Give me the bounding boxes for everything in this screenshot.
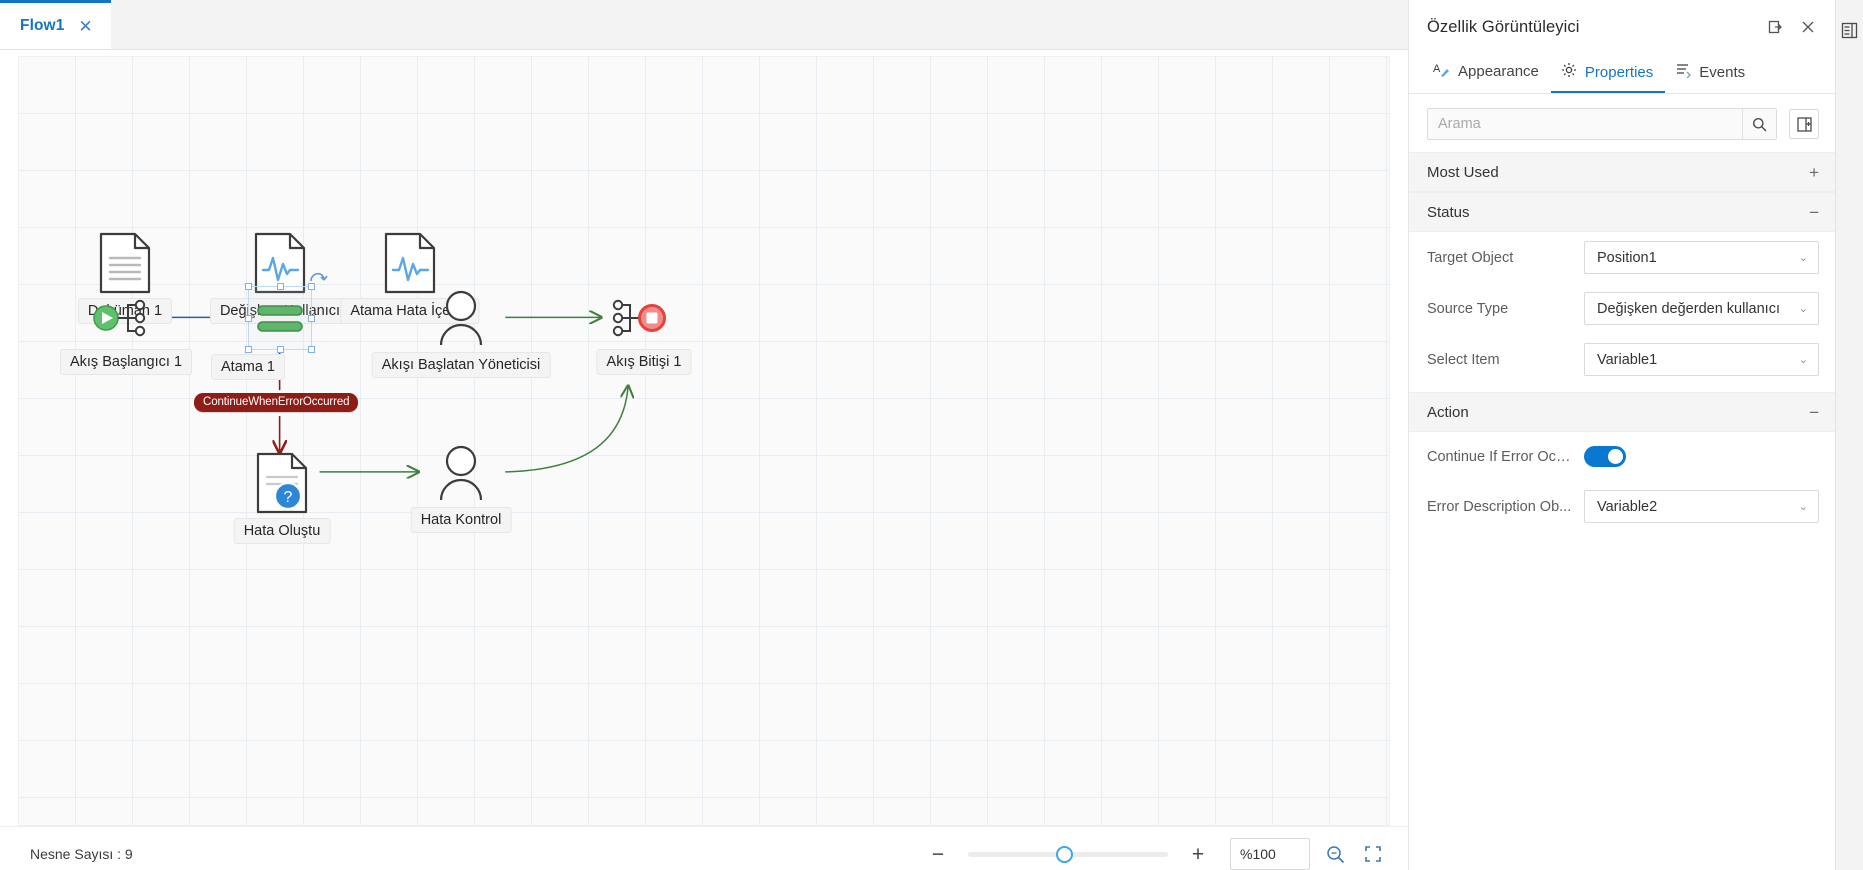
continue-if-error-toggle[interactable] [1584, 446, 1626, 467]
tab-label: Flow1 [20, 17, 65, 34]
node-hata-kontrol[interactable]: Hata Kontrol [410, 444, 512, 534]
section-status[interactable]: Status − [1409, 192, 1835, 232]
toggle-knob [1608, 449, 1623, 464]
tab-strip: Flow1 ✕ [0, 0, 1408, 50]
close-icon[interactable]: ✕ [78, 18, 92, 35]
node-label: Hata Kontrol [410, 507, 512, 534]
property-label: Target Object [1427, 249, 1514, 266]
node-atama-hata-icerigi[interactable]: Atama Hata İçeriği [340, 232, 480, 325]
flow-end-icon [612, 299, 666, 337]
node-hata-olustu[interactable]: ? Hata Oluştu [233, 452, 331, 545]
zoom-input[interactable] [1230, 838, 1310, 870]
svg-text:A: A [1433, 63, 1441, 75]
select-value: Değişken değerden kullanıcı [1597, 300, 1780, 317]
node-label: Akış Bitişi 1 [596, 349, 692, 376]
panel-header: Özellik Görüntüleyici [1409, 0, 1835, 54]
error-description-select[interactable]: Variable2 ⌄ [1584, 490, 1819, 523]
node-label: Atama 1 [211, 354, 285, 381]
svg-text:?: ? [284, 489, 293, 506]
node-label: Hata Oluştu [233, 518, 331, 545]
flow-start-icon [93, 299, 146, 337]
section-action[interactable]: Action − [1409, 392, 1835, 432]
gear-icon [1561, 62, 1577, 82]
section-title: Status [1427, 203, 1470, 221]
node-dokuman-1[interactable]: Doküman 1 [77, 232, 173, 325]
section-title: Most Used [1427, 163, 1499, 181]
tab-strip-empty [110, 0, 1408, 49]
chevron-down-icon: ⌄ [1798, 501, 1808, 513]
tab-events[interactable]: Events [1665, 62, 1757, 93]
user-icon [439, 445, 483, 501]
assignment-icon [257, 305, 303, 332]
select-value: Variable1 [1597, 351, 1658, 368]
panel-list-icon[interactable] [1841, 22, 1858, 44]
chevron-down-icon: ⌄ [1798, 252, 1808, 264]
zoom-in-button[interactable]: + [1188, 844, 1208, 865]
source-type-select[interactable]: Değişken değerden kullanıcı ⌄ [1584, 292, 1819, 325]
tab-flow1[interactable]: Flow1 ✕ [0, 0, 111, 49]
property-row-select-item: Select Item Variable1 ⌄ [1409, 334, 1835, 385]
property-row-continue-if-error: Continue If Error Occ... [1409, 432, 1835, 476]
user-icon [439, 290, 483, 346]
zoom-out-button[interactable]: − [928, 844, 948, 865]
object-count-label: Nesne Sayısı : 9 [30, 846, 133, 862]
appearance-pen-icon: A [1433, 61, 1450, 82]
node-akis-baslangici-1[interactable]: Akış Başlangıcı 1 [59, 293, 193, 376]
panel-search-row [1409, 94, 1835, 152]
panel-title: Özellik Görüntüleyici [1427, 17, 1580, 36]
flow-canvas[interactable]: Doküman 1 Değişken Kullanıcı Atama Hata … [18, 56, 1390, 826]
section-collapse-toggle[interactable]: − [1809, 404, 1819, 421]
pin-panel-icon[interactable] [1765, 16, 1787, 38]
node-label: Akış Başlangıcı 1 [59, 349, 193, 376]
target-object-select[interactable]: Position1 ⌄ [1584, 241, 1819, 274]
status-badge-continue-when-error: ContinueWhenErrorOccurred [194, 393, 359, 412]
node-akis-bitisi-1[interactable]: Akış Bitişi 1 [596, 293, 692, 376]
section-most-used[interactable]: Most Used + [1409, 152, 1835, 192]
zoom-slider-knob[interactable] [1056, 845, 1073, 863]
section-title: Action [1427, 403, 1469, 421]
right-rail [1835, 0, 1863, 870]
tab-label: Appearance [1458, 63, 1539, 80]
status-bar: Nesne Sayısı : 9 − + [0, 826, 1408, 870]
panel-tabs: A Appearance Properties Events [1409, 54, 1835, 94]
zoom-magnifier-icon[interactable] [1322, 841, 1348, 867]
tab-label: Properties [1584, 63, 1654, 81]
search-field[interactable] [1427, 108, 1777, 140]
editor-pane: Flow1 ✕ Doküman 1 Değişken Kullanıcı Ata… [0, 0, 1408, 870]
close-panel-icon[interactable] [1797, 16, 1819, 38]
rotate-handle-icon[interactable] [308, 268, 328, 286]
search-icon[interactable] [1742, 109, 1776, 139]
zoom-slider[interactable] [968, 845, 1168, 863]
property-label: Continue If Error Occ... [1427, 448, 1572, 465]
property-row-target-object: Target Object Position1 ⌄ [1409, 232, 1835, 283]
canvas-shell: Doküman 1 Değişken Kullanıcı Atama Hata … [0, 50, 1408, 826]
chevron-down-icon: ⌄ [1798, 354, 1808, 366]
select-value: Variable2 [1597, 498, 1658, 515]
document-waveform-icon [384, 232, 436, 294]
property-viewer-panel: Özellik Görüntüleyici A Appearance Prope… [1408, 0, 1835, 870]
property-row-source-type: Source Type Değişken değerden kullanıcı … [1409, 283, 1835, 334]
property-label: Error Description Ob... [1427, 498, 1572, 515]
tab-label: Events [1699, 63, 1746, 81]
document-lines-icon [99, 232, 151, 294]
select-value: Position1 [1597, 249, 1657, 266]
section-collapse-toggle[interactable]: − [1809, 204, 1819, 221]
property-row-error-description: Error Description Ob... Variable2 ⌄ [1409, 476, 1835, 532]
property-label: Select Item [1427, 351, 1500, 368]
search-input[interactable] [1428, 116, 1742, 132]
section-expand-toggle[interactable]: + [1809, 164, 1819, 181]
property-label: Source Type [1427, 300, 1509, 317]
connector-layer [168, 57, 1389, 825]
node-akisi-baslatan-yoneticisi[interactable]: Akışı Başlatan Yöneticisi [371, 289, 551, 379]
tab-appearance[interactable]: A Appearance [1423, 61, 1551, 93]
add-panel-icon[interactable] [1789, 109, 1819, 139]
select-item-select[interactable]: Variable1 ⌄ [1584, 343, 1819, 376]
events-list-icon [1675, 62, 1692, 82]
chevron-down-icon: ⌄ [1798, 303, 1808, 315]
node-label: Akışı Başlatan Yöneticisi [371, 352, 551, 379]
document-question-icon: ? [256, 452, 308, 514]
tab-properties[interactable]: Properties [1550, 62, 1666, 93]
fit-to-screen-icon[interactable] [1360, 841, 1386, 867]
